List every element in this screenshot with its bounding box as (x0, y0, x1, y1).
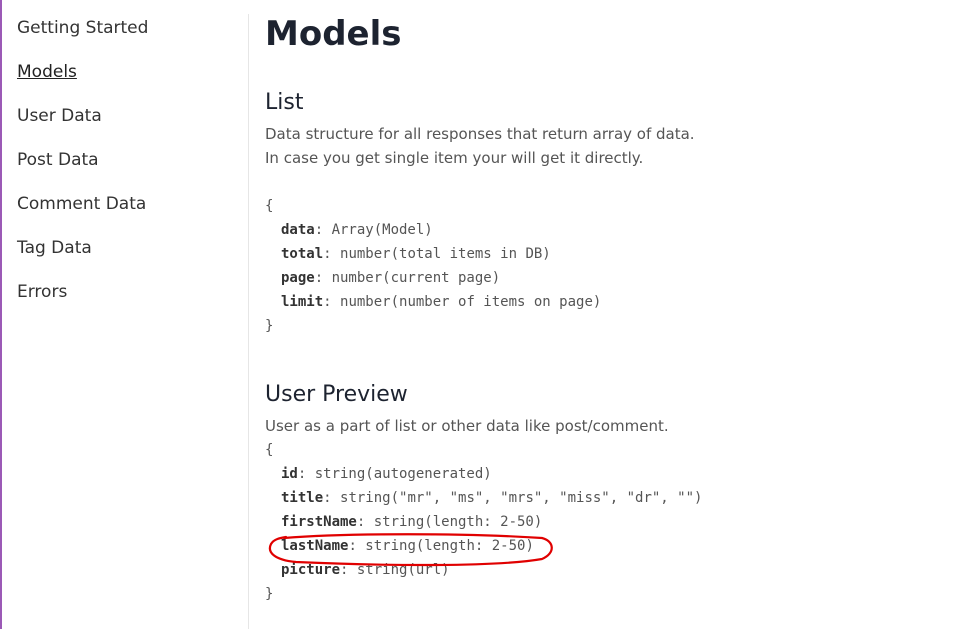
field-value: : string(length: 2-50) (356, 514, 543, 530)
field-value: : number(total items in DB) (323, 246, 551, 262)
field-value: : string("mr", "ms", "mrs", "miss", "dr"… (323, 490, 703, 506)
field-key: limit (281, 294, 324, 310)
user-preview-description: User as a part of list or other data lik… (265, 417, 669, 435)
field-key: title (281, 490, 324, 506)
annotation-stroke (268, 533, 553, 567)
list-code-field: page: number(current page) (281, 270, 500, 286)
list-code-field: limit: number(number of items on page) (281, 294, 601, 310)
user-preview-code-open-brace: { (265, 442, 274, 458)
list-code-close-brace: } (265, 318, 274, 334)
user-preview-code-field: title: string("mr", "ms", "mrs", "miss",… (281, 490, 702, 506)
sidebar-item-tag-data[interactable]: Tag Data (17, 238, 92, 258)
field-value: : number(current page) (314, 270, 501, 286)
field-value: : Array(Model) (314, 222, 433, 238)
list-description-line2: In case you get single item your will ge… (265, 149, 644, 167)
list-code-field: data: Array(Model) (281, 222, 433, 238)
list-heading: List (265, 90, 304, 115)
sidebar-item-user-data[interactable]: User Data (17, 106, 102, 126)
sidebar-item-post-data[interactable]: Post Data (17, 150, 99, 170)
field-key: page (281, 270, 315, 286)
field-key: total (281, 246, 324, 262)
user-preview-code-close-brace: } (265, 586, 274, 602)
user-preview-code-field: firstName: string(length: 2-50) (281, 514, 542, 530)
page-title: Models (265, 14, 402, 54)
sidebar-item-errors[interactable]: Errors (17, 282, 67, 302)
sidebar-divider (248, 14, 249, 629)
window-left-edge (0, 0, 2, 629)
field-key: id (281, 466, 298, 482)
sidebar-item-getting-started[interactable]: Getting Started (17, 18, 148, 38)
field-key: data (281, 222, 315, 238)
field-key: firstName (281, 514, 357, 530)
list-code-field: total: number(total items in DB) (281, 246, 551, 262)
list-code-open-brace: { (265, 198, 274, 214)
list-description-line1: Data structure for all responses that re… (265, 125, 695, 143)
field-value: : string(autogenerated) (297, 466, 492, 482)
sidebar-item-comment-data[interactable]: Comment Data (17, 194, 146, 214)
sidebar-item-models[interactable]: Models (17, 62, 77, 82)
field-value: : number(number of items on page) (323, 294, 602, 310)
user-preview-code-field: id: string(autogenerated) (281, 466, 492, 482)
user-preview-heading: User Preview (265, 382, 408, 407)
annotation-oval (268, 533, 553, 567)
